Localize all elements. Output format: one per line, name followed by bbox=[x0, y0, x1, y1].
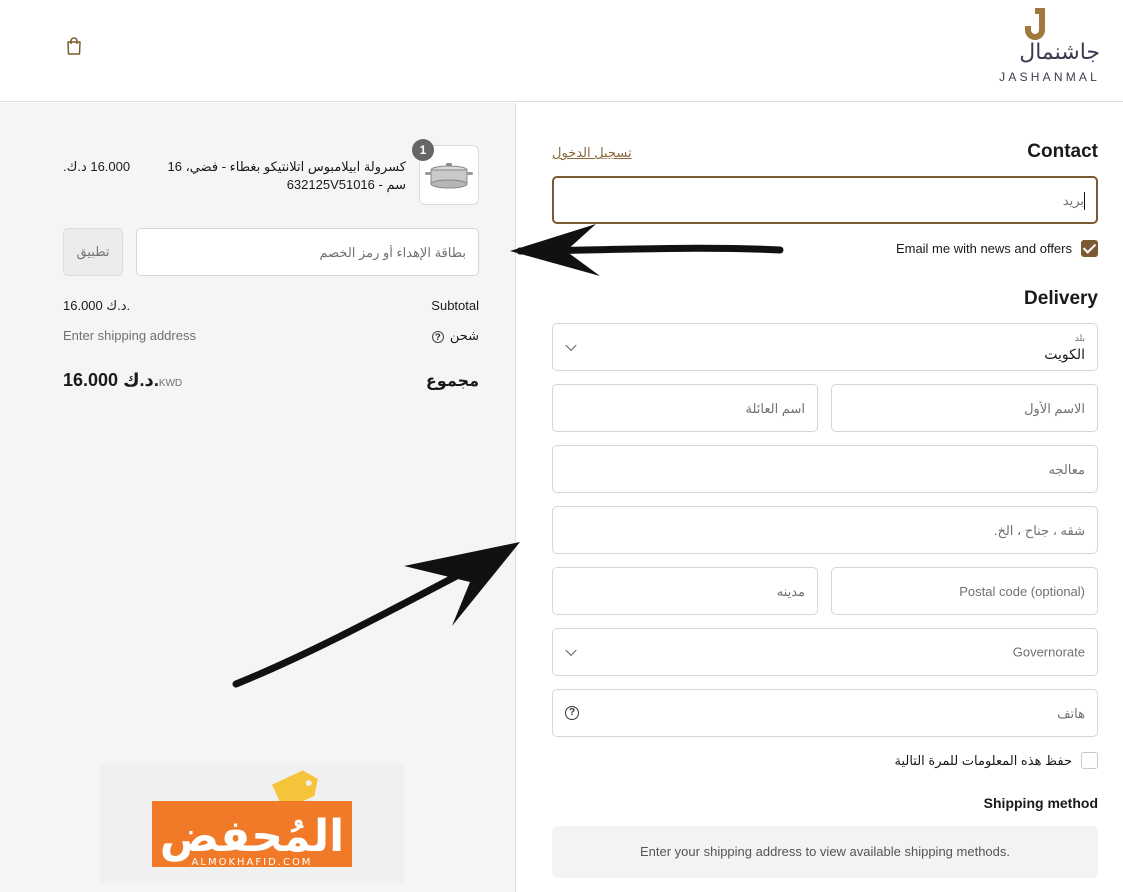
text-cursor bbox=[1083, 192, 1085, 210]
postal-code-input[interactable] bbox=[832, 568, 1097, 614]
country-select[interactable]: بلد الكويت bbox=[552, 323, 1098, 371]
news-checkbox-label: Email me with news and offers bbox=[895, 241, 1072, 256]
first-name-input[interactable] bbox=[832, 385, 1097, 431]
total-value: 16.000 د.ك. bbox=[63, 370, 159, 390]
shipping-label: شحن bbox=[449, 328, 479, 343]
subtotal-value: 16.000 د.ك. bbox=[63, 298, 131, 313]
city-input[interactable] bbox=[553, 568, 817, 614]
apartment-field[interactable] bbox=[552, 506, 1098, 554]
last-name-input[interactable] bbox=[553, 385, 817, 431]
product-price: 16.000 د.ك. bbox=[63, 159, 131, 174]
site-header: جاشنمال JASHANMAL bbox=[0, 0, 1123, 102]
checkout-form-panel: Contact تسجيل الدخول Email me with news … bbox=[516, 103, 1123, 892]
logo-english-text: JASHANMAL bbox=[999, 70, 1100, 84]
email-field[interactable] bbox=[552, 176, 1098, 224]
address-field[interactable] bbox=[552, 445, 1098, 493]
phone-input[interactable] bbox=[553, 690, 1097, 736]
total-currency: KWD bbox=[158, 378, 183, 389]
product-title: كسرولة ابيلامبوس اتلانتيكو بغطاء - فضي، … bbox=[167, 159, 406, 192]
phone-help-icon[interactable]: ? bbox=[565, 706, 579, 720]
order-summary-panel: 1 كسرولة ابيلامبوس اتلانتيكو بغطاء - فضي… bbox=[0, 103, 516, 892]
quantity-badge: 1 bbox=[412, 139, 434, 161]
postal-code-field[interactable] bbox=[831, 567, 1098, 615]
country-value: الكويت bbox=[1044, 346, 1085, 362]
email-input[interactable] bbox=[554, 178, 1096, 222]
delivery-heading: Delivery bbox=[1024, 288, 1098, 309]
apply-discount-button[interactable]: تطبيق bbox=[63, 228, 123, 276]
shipping-help-icon[interactable]: ? bbox=[431, 331, 444, 343]
contact-heading: Contact bbox=[1027, 141, 1098, 162]
first-name-field[interactable] bbox=[831, 384, 1098, 432]
login-link[interactable]: تسجيل الدخول bbox=[552, 145, 632, 161]
chevron-down-icon bbox=[565, 644, 577, 657]
country-label: بلد bbox=[1074, 333, 1085, 343]
total-label: مجموع bbox=[425, 373, 479, 390]
watermark-english-text: ALMOKHAFID.COM bbox=[192, 857, 313, 868]
shipping-method-heading: Shipping method bbox=[983, 795, 1098, 811]
phone-field[interactable]: ? bbox=[552, 689, 1098, 737]
price-tag-icon: المُحفض ALMOKHAFID.COM bbox=[152, 770, 352, 868]
logo-arabic-text: جاشنمال bbox=[1019, 40, 1100, 65]
shopping-bag-icon[interactable] bbox=[64, 36, 84, 56]
watermark-logo: المُحفض ALMOKHAFID.COM bbox=[100, 763, 404, 883]
news-checkbox[interactable] bbox=[1081, 240, 1098, 257]
total-row: 16.000 د.ك.KWD مجموع bbox=[63, 368, 479, 392]
logo-mark-icon bbox=[1025, 8, 1045, 40]
discount-code-input[interactable] bbox=[136, 228, 479, 276]
total-group: 16.000 د.ك.KWD bbox=[63, 370, 190, 391]
city-field[interactable] bbox=[552, 567, 818, 615]
shipping-method-message: Enter your shipping address to view avai… bbox=[552, 826, 1098, 878]
last-name-field[interactable] bbox=[552, 384, 818, 432]
watermark-arabic-text: المُحفض bbox=[160, 811, 345, 862]
shipping-value: Enter shipping address bbox=[63, 328, 196, 343]
apartment-input[interactable] bbox=[553, 507, 1097, 553]
chevron-down-icon bbox=[565, 339, 577, 352]
subtotal-label: Subtotal bbox=[431, 298, 479, 313]
save-info-label: حفظ هذه المعلومات للمرة التالية bbox=[894, 753, 1072, 768]
governorate-placeholder: Governorate bbox=[1012, 644, 1085, 660]
governorate-select[interactable]: Governorate bbox=[552, 628, 1098, 676]
shipping-label-group: ? شحن bbox=[431, 328, 479, 344]
jashanmal-logo[interactable]: جاشنمال JASHANMAL bbox=[975, 6, 1100, 86]
save-info-checkbox[interactable] bbox=[1081, 752, 1098, 769]
address-input[interactable] bbox=[553, 446, 1097, 492]
